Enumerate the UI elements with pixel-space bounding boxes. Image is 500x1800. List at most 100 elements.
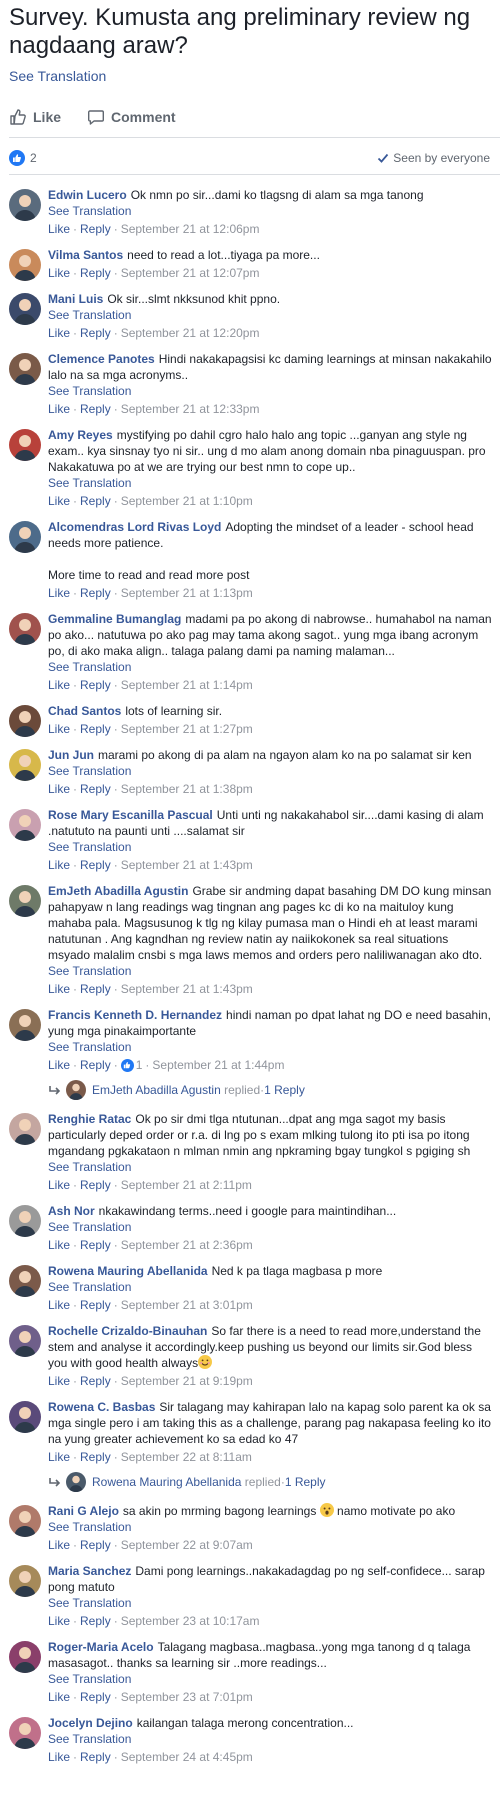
comment-timestamp[interactable]: September 22 at 8:11am: [121, 1450, 252, 1464]
comment-author[interactable]: Vilma Santos: [48, 248, 123, 262]
see-translation-link[interactable]: See Translation: [48, 1159, 492, 1175]
see-translation-link[interactable]: See Translation: [48, 383, 492, 399]
comment-author[interactable]: Maria Sanchez: [48, 1564, 131, 1578]
comment-author[interactable]: Rani G Alejo: [48, 1504, 119, 1518]
like-link[interactable]: Like: [48, 678, 70, 692]
comment-timestamp[interactable]: September 21 at 12:20pm: [121, 326, 260, 340]
comment-author[interactable]: Rose Mary Escanilla Pascual: [48, 808, 213, 822]
comment-timestamp[interactable]: September 21 at 2:36pm: [121, 1238, 253, 1252]
avatar[interactable]: [9, 705, 41, 737]
see-translation-link[interactable]: See Translation: [48, 839, 492, 855]
comment-author[interactable]: Rochelle Crizaldo-Binauhan: [48, 1324, 207, 1338]
like-link[interactable]: Like: [48, 222, 70, 236]
see-translation-link[interactable]: See Translation: [48, 203, 492, 219]
like-link[interactable]: Like: [48, 1238, 70, 1252]
reply-count[interactable]: 1 Reply: [285, 1475, 326, 1489]
reply-link[interactable]: Reply: [80, 1690, 111, 1704]
comment-author[interactable]: Roger-Maria Acelo: [48, 1640, 154, 1654]
avatar[interactable]: [9, 293, 41, 325]
reply-link[interactable]: Reply: [80, 1298, 111, 1312]
comment-timestamp[interactable]: September 21 at 1:43pm: [121, 982, 253, 996]
like-link[interactable]: Like: [48, 1178, 70, 1192]
like-count[interactable]: 2: [9, 150, 37, 166]
comment-timestamp[interactable]: September 21 at 1:38pm: [121, 782, 253, 796]
like-link[interactable]: Like: [48, 858, 70, 872]
avatar[interactable]: [9, 1717, 41, 1749]
comment-timestamp[interactable]: September 23 at 10:17am: [121, 1614, 260, 1628]
avatar[interactable]: [9, 809, 41, 841]
see-translation-link[interactable]: See Translation: [48, 1039, 492, 1055]
comment-timestamp[interactable]: September 21 at 1:44pm: [152, 1058, 284, 1072]
comment-author[interactable]: Ash Nor: [48, 1204, 95, 1218]
reply-link[interactable]: Reply: [80, 402, 111, 416]
like-link[interactable]: Like: [48, 1690, 70, 1704]
like-link[interactable]: Like: [48, 1374, 70, 1388]
avatar[interactable]: [9, 189, 41, 221]
reply-link[interactable]: Reply: [80, 1178, 111, 1192]
reply-link[interactable]: Reply: [80, 266, 111, 280]
comment-author[interactable]: Alcomendras Lord Rivas Loyd: [48, 520, 221, 534]
comment-timestamp[interactable]: September 21 at 3:01pm: [121, 1298, 253, 1312]
avatar[interactable]: [9, 1641, 41, 1673]
like-link[interactable]: Like: [48, 1450, 70, 1464]
like-link[interactable]: Like: [48, 1298, 70, 1312]
reply-count[interactable]: 1 Reply: [264, 1083, 305, 1097]
reply-link[interactable]: Reply: [80, 678, 111, 692]
comment-author[interactable]: Jocelyn Dejino: [48, 1716, 133, 1730]
comment-author[interactable]: Amy Reyes: [48, 428, 113, 442]
reply-link[interactable]: Reply: [80, 586, 111, 600]
comment-timestamp[interactable]: September 22 at 9:07am: [121, 1538, 253, 1552]
comment-author[interactable]: Chad Santos: [48, 704, 121, 718]
avatar[interactable]: [9, 1113, 41, 1145]
like-link[interactable]: Like: [48, 326, 70, 340]
see-translation-link[interactable]: See Translation: [48, 1279, 492, 1295]
see-translation-link[interactable]: See Translation: [48, 1731, 492, 1747]
see-translation-link[interactable]: See Translation: [48, 475, 492, 491]
reply-link[interactable]: Reply: [80, 326, 111, 340]
comment-timestamp[interactable]: September 21 at 1:13pm: [121, 586, 253, 600]
reply-link[interactable]: Reply: [80, 1450, 111, 1464]
comment-timestamp[interactable]: September 21 at 2:11pm: [121, 1178, 252, 1192]
like-link[interactable]: Like: [48, 402, 70, 416]
reply-link[interactable]: Reply: [80, 1374, 111, 1388]
see-translation-link[interactable]: See Translation: [48, 307, 492, 323]
like-link[interactable]: Like: [48, 1538, 70, 1552]
comment-timestamp[interactable]: September 21 at 12:07pm: [121, 266, 260, 280]
reply-link[interactable]: Reply: [80, 1614, 111, 1628]
like-link[interactable]: Like: [48, 1058, 70, 1072]
avatar[interactable]: [9, 613, 41, 645]
like-link[interactable]: Like: [48, 782, 70, 796]
avatar[interactable]: [66, 1080, 86, 1100]
avatar[interactable]: [9, 1401, 41, 1433]
comment-timestamp[interactable]: September 21 at 12:33pm: [121, 402, 260, 416]
reply-link[interactable]: Reply: [80, 1538, 111, 1552]
comment-author[interactable]: Francis Kenneth D. Hernandez: [48, 1008, 222, 1022]
like-link[interactable]: Like: [48, 1750, 70, 1764]
comment-timestamp[interactable]: September 21 at 9:19pm: [121, 1374, 253, 1388]
seen-by-status[interactable]: Seen by everyone: [377, 151, 490, 165]
comment-button[interactable]: Comment: [87, 108, 176, 126]
comment-author[interactable]: Renghie Ratac: [48, 1112, 131, 1126]
reaction-count[interactable]: 1: [120, 1056, 142, 1074]
avatar[interactable]: [9, 1565, 41, 1597]
comment-timestamp[interactable]: September 21 at 1:10pm: [121, 494, 253, 508]
see-translation-link[interactable]: See Translation: [9, 68, 106, 84]
see-translation-link[interactable]: See Translation: [48, 1219, 492, 1235]
see-translation-link[interactable]: See Translation: [48, 1595, 492, 1611]
comment-author[interactable]: Rowena C. Basbas: [48, 1400, 155, 1414]
avatar[interactable]: [9, 1505, 41, 1537]
avatar[interactable]: [9, 749, 41, 781]
avatar[interactable]: [9, 1009, 41, 1041]
reply-author[interactable]: EmJeth Abadilla Agustin: [92, 1083, 221, 1097]
comment-timestamp[interactable]: September 23 at 7:01pm: [121, 1690, 253, 1704]
replies-summary[interactable]: Rowena Mauring Abellanida replied·1 Repl…: [0, 1472, 500, 1494]
avatar[interactable]: [9, 353, 41, 385]
reply-author[interactable]: Rowena Mauring Abellanida: [92, 1475, 241, 1489]
avatar[interactable]: [9, 249, 41, 281]
comment-timestamp[interactable]: September 24 at 4:45pm: [121, 1750, 253, 1764]
like-link[interactable]: Like: [48, 722, 70, 736]
like-link[interactable]: Like: [48, 1614, 70, 1628]
reply-link[interactable]: Reply: [80, 494, 111, 508]
comment-author[interactable]: Mani Luis: [48, 292, 103, 306]
comment-author[interactable]: Edwin Lucero: [48, 188, 127, 202]
